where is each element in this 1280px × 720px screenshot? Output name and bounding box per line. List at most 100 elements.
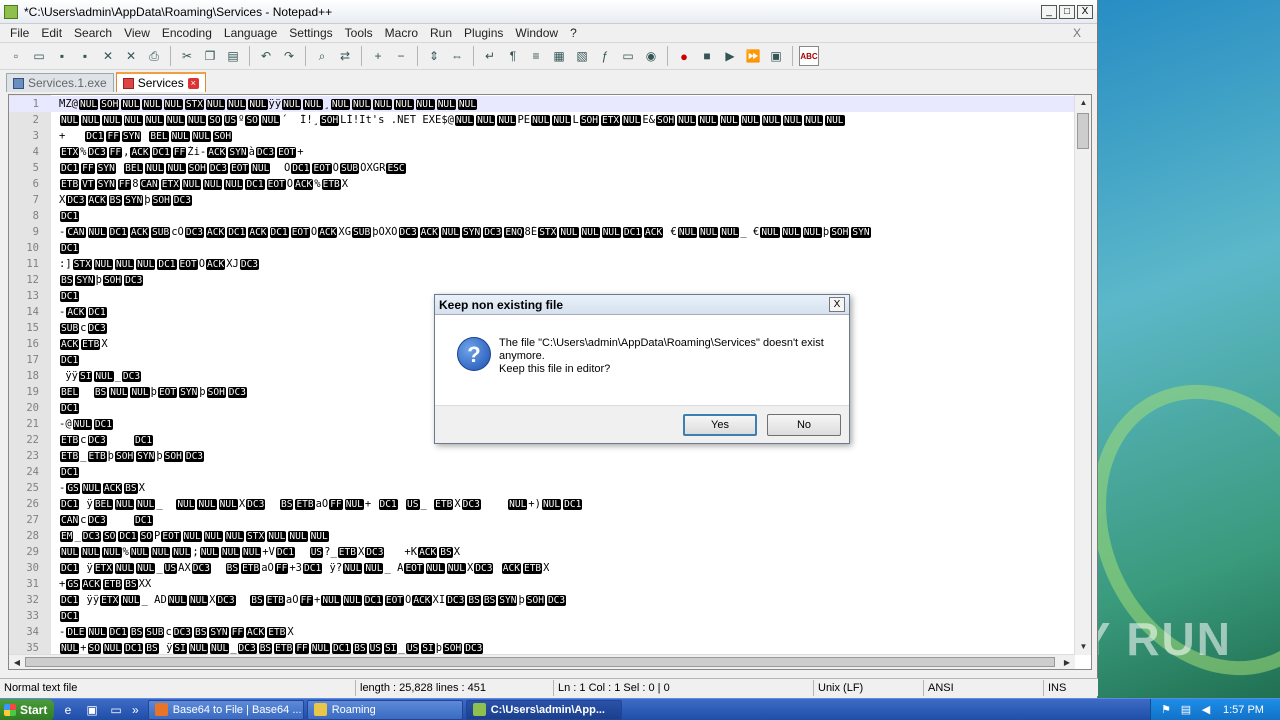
desktop-quicklaunch-icon[interactable]: ▭ xyxy=(106,700,126,720)
control-char: ACK xyxy=(130,147,150,158)
menu-item-run[interactable]: Run xyxy=(424,26,458,40)
text-run: c xyxy=(80,514,87,526)
play-multi-icon[interactable]: ⏩ xyxy=(743,46,763,66)
text-run: þ xyxy=(150,386,157,398)
close-document-button[interactable]: X xyxy=(1067,26,1087,40)
sync-h-icon[interactable]: ⇔ xyxy=(447,46,467,66)
control-char: NUL xyxy=(166,163,186,174)
taskbar-button-notepadpp[interactable]: C:\Users\admin\App... xyxy=(465,699,622,720)
indent-guide-icon[interactable]: ≡ xyxy=(526,46,546,66)
open-file-icon[interactable]: ▭ xyxy=(29,46,49,66)
copy-icon[interactable]: ❐ xyxy=(200,46,220,66)
control-char: SOH xyxy=(163,451,183,462)
function-list-icon[interactable]: ƒ xyxy=(595,46,615,66)
folder-quicklaunch-icon[interactable]: ▣ xyxy=(82,700,102,720)
undo-icon[interactable]: ↶ xyxy=(256,46,276,66)
line-text: DC1 xyxy=(39,210,80,222)
folder-workspace-icon[interactable]: ▭ xyxy=(618,46,638,66)
scroll-down-icon[interactable]: ▼ xyxy=(1075,639,1091,655)
play-macro-icon[interactable]: ▶ xyxy=(720,46,740,66)
action-center-icon[interactable]: ⚑ xyxy=(1159,703,1173,717)
quicklaunch-more-icon[interactable]: » xyxy=(132,703,139,717)
menu-item-file[interactable]: File xyxy=(4,26,35,40)
zoom-in-icon[interactable]: + xyxy=(368,46,388,66)
maximize-button[interactable]: □ xyxy=(1059,4,1075,19)
dialog-close-button[interactable]: X xyxy=(829,297,845,312)
vertical-scrollbar[interactable]: ▲ ▼ xyxy=(1074,95,1091,655)
redo-icon[interactable]: ↷ xyxy=(279,46,299,66)
print-icon[interactable]: ⎙ xyxy=(144,46,164,66)
network-icon[interactable]: ▤ xyxy=(1179,703,1193,717)
udl-icon[interactable]: ▦ xyxy=(549,46,569,66)
spell-check-icon[interactable]: ABC xyxy=(799,46,819,66)
minimize-button[interactable]: _ xyxy=(1041,4,1057,19)
scroll-right-icon[interactable]: ▶ xyxy=(1059,655,1075,669)
yes-button[interactable]: Yes xyxy=(683,414,757,436)
save-all-icon[interactable]: ▪ xyxy=(75,46,95,66)
doc-map-icon[interactable]: ▧ xyxy=(572,46,592,66)
close-icon[interactable]: ✕ xyxy=(98,46,118,66)
control-char: NUL xyxy=(720,227,740,238)
paste-icon[interactable]: ▤ xyxy=(223,46,243,66)
editor-line: 32 DC1 ÿÿ ETX NUL _ AD NUL NUL X DC3 BS ETB aÒ FF + N… xyxy=(9,592,1075,608)
menu-item-language[interactable]: Language xyxy=(218,26,283,40)
text-run: _ xyxy=(74,530,81,542)
tab-services[interactable]: Services × xyxy=(115,72,206,92)
control-char: GS xyxy=(66,483,80,494)
editor-line: 6 ETB VT SYN FF 8 CAN ETX NUL NUL NUL DC1 EOT Ó ACK% ET… xyxy=(9,176,1075,192)
tab-close-icon[interactable]: × xyxy=(187,77,199,89)
menu-item-edit[interactable]: Edit xyxy=(35,26,68,40)
stop-record-icon[interactable]: ■ xyxy=(697,46,717,66)
tab-services-1-exe[interactable]: Services.1.exe xyxy=(6,73,114,92)
taskbar-button-folder[interactable]: Roaming xyxy=(306,699,463,720)
editor-line: 33 DC1 xyxy=(9,608,1075,624)
menu-item-plugins[interactable]: Plugins xyxy=(458,26,509,40)
text-run: þ xyxy=(107,450,114,462)
vertical-scroll-thumb[interactable] xyxy=(1077,113,1089,149)
control-char: NUL xyxy=(188,595,209,606)
ie-quicklaunch-icon[interactable]: e xyxy=(58,700,78,720)
editor-line: 9- CAN NUL DC1 ACK SUB cÒ DC3 ACK DC1 ACK DC1 EOT Ó AC… xyxy=(9,224,1075,240)
clock[interactable]: 1:57 PM xyxy=(1223,704,1264,716)
line-number: 24 xyxy=(26,466,39,478)
cut-icon[interactable]: ✂ xyxy=(177,46,197,66)
close-all-icon[interactable]: ✕ xyxy=(121,46,141,66)
new-file-icon[interactable]: ▫ xyxy=(6,46,26,66)
word-wrap-icon[interactable]: ↵ xyxy=(480,46,500,66)
taskbar-button-firefox[interactable]: Base64 to File | Base64 ... xyxy=(147,699,304,720)
monitor-icon[interactable]: ◉ xyxy=(641,46,661,66)
menu-item-view[interactable]: View xyxy=(118,26,156,40)
close-window-button[interactable]: X xyxy=(1077,4,1093,19)
replace-icon[interactable]: ⇄ xyxy=(335,46,355,66)
scroll-left-icon[interactable]: ◀ xyxy=(9,655,25,669)
save-icon[interactable]: ▪ xyxy=(52,46,72,66)
control-char: DC3 xyxy=(237,643,257,654)
find-icon[interactable]: ⌕ xyxy=(312,46,332,66)
control-char: NUL xyxy=(203,531,223,542)
sync-v-icon[interactable]: ⇕ xyxy=(424,46,444,66)
menu-item-tools[interactable]: Tools xyxy=(339,26,379,40)
scroll-up-icon[interactable]: ▲ xyxy=(1075,95,1091,111)
text-run: Ó xyxy=(405,594,412,606)
tab-bar: Services.1.exe Services × xyxy=(0,70,1097,92)
control-char: DC1 xyxy=(269,227,289,238)
horizontal-scrollbar[interactable]: ◀ ▶ xyxy=(9,654,1075,669)
control-char: SYN xyxy=(96,179,116,190)
zoom-out-icon[interactable]: − xyxy=(391,46,411,66)
menu-item-help[interactable]: ? xyxy=(564,26,583,40)
record-macro-icon[interactable]: ● xyxy=(674,46,694,66)
save-macro-icon[interactable]: ▣ xyxy=(766,46,786,66)
menu-item-search[interactable]: Search xyxy=(68,26,118,40)
menu-item-macro[interactable]: Macro xyxy=(379,26,424,40)
volume-icon[interactable]: ◀ xyxy=(1199,703,1213,717)
control-char: NUL xyxy=(508,499,528,510)
menu-item-encoding[interactable]: Encoding xyxy=(156,26,218,40)
show-all-chars-icon[interactable]: ¶ xyxy=(503,46,523,66)
start-button[interactable]: Start xyxy=(0,698,54,720)
menu-item-settings[interactable]: Settings xyxy=(283,26,338,40)
toolbar-separator xyxy=(667,46,668,66)
control-char: EOT xyxy=(384,595,405,606)
menu-item-window[interactable]: Window xyxy=(509,26,564,40)
horizontal-scroll-thumb[interactable] xyxy=(25,657,1055,667)
no-button[interactable]: No xyxy=(767,414,841,436)
